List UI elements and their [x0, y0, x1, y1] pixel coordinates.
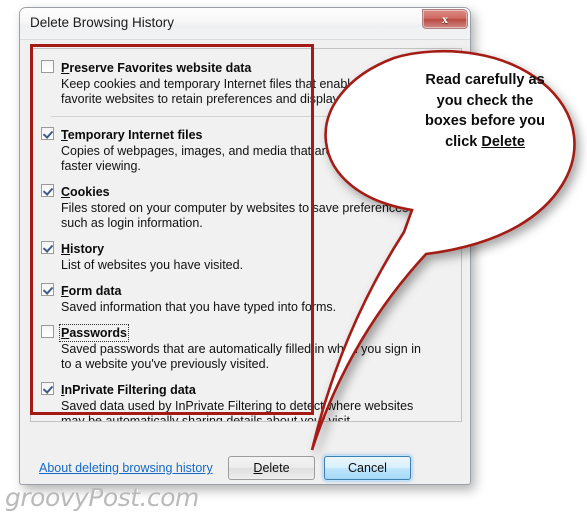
- callout-text: Read carefully as you check the boxes be…: [392, 70, 578, 152]
- about-deleting-browsing-history-link[interactable]: About deleting browsing history: [39, 461, 213, 475]
- callout-line-4: click Delete: [392, 132, 578, 153]
- callout-line-4-emphasis: Delete: [481, 133, 525, 150]
- cancel-button[interactable]: Cancel: [324, 456, 411, 480]
- callout-line-2: you check the: [436, 92, 534, 109]
- title-bar: Delete Browsing History x: [20, 8, 470, 40]
- callout-line-3: boxes before you: [424, 113, 546, 129]
- cancel-button-label: Cancel: [348, 461, 387, 475]
- delete-button[interactable]: Delete: [228, 456, 315, 480]
- window-title: Delete Browsing History: [30, 15, 175, 30]
- red-highlight-rectangle: [30, 44, 314, 415]
- close-button[interactable]: x: [422, 9, 468, 29]
- watermark: groovyPost.com: [5, 483, 199, 512]
- close-icon: x: [442, 12, 448, 26]
- callout-line-4-prefix: click: [445, 133, 482, 150]
- delete-button-label: elete: [262, 461, 290, 475]
- callout-line-1: Read carefully as: [425, 72, 545, 88]
